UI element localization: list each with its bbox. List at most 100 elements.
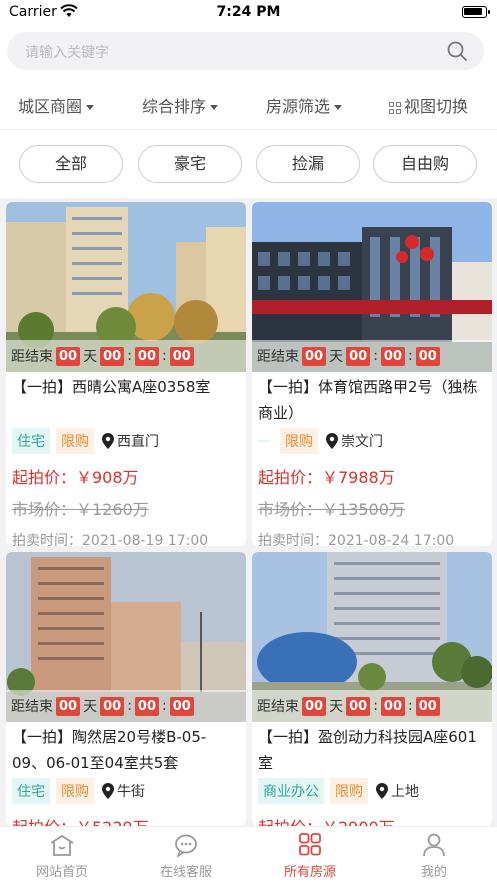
countdown-days: 00 [56, 346, 81, 366]
caret-down-icon [210, 105, 219, 110]
countdown-minutes: 00 [380, 346, 405, 366]
home-icon [50, 834, 74, 856]
countdown-hours: 00 [100, 346, 125, 366]
countdown-colon: : [127, 698, 132, 714]
tab-home[interactable]: 网站首页 [0, 833, 124, 880]
countdown-colon: : [373, 348, 378, 364]
listing-card[interactable]: 距结束 00 天 00: 00: 00 【一拍】西晴公寓A座0358室 住宅 限… [6, 202, 246, 546]
listing-photo: 距结束 00 天 00: 00: 00 [252, 202, 492, 372]
battery-icon [462, 6, 490, 18]
countdown-hours: 00 [346, 346, 371, 366]
search-placeholder: 请输入关键字 [25, 45, 109, 61]
start-price: 起拍价：￥5229万 [12, 814, 240, 826]
countdown-days: 00 [302, 346, 327, 366]
tab-all-listings[interactable]: 所有房源 [248, 833, 372, 880]
listing-title: 【一拍】盈创动力科技园A座601室 [258, 728, 477, 772]
countdown-day-unit: 天 [83, 699, 98, 715]
listing-card[interactable]: 距结束 00 天 00: 00: 00 【一拍】盈创动力科技园A座601室 商业… [252, 552, 492, 826]
listing-location: 牛街 [102, 781, 145, 801]
countdown-label: 距结束 [257, 349, 299, 365]
filter-listing-label: 房源筛选 [266, 97, 331, 116]
countdown-days: 00 [56, 696, 81, 716]
listing-photo: 距结束 00 天 00: 00: 00 [6, 202, 246, 372]
location-label: 上地 [391, 784, 419, 800]
tag-type: 商业办公 [258, 778, 324, 804]
tab-profile[interactable]: 我的 [372, 833, 496, 880]
category-luxury[interactable]: 豪宅 [138, 145, 242, 183]
tag-restricted: 限购 [56, 778, 94, 804]
listing-title: 【一拍】陶然居20号楼B-05-09、06-01至04室共5套 [12, 728, 207, 772]
start-price: 起拍价：￥2900万 [258, 814, 486, 826]
category-bar: 全部 豪宅 捡漏 自由购 [0, 130, 497, 198]
filter-district[interactable]: 城区商圈 [18, 93, 95, 117]
market-price: 市场价：￥13500万 [258, 500, 405, 519]
location-label: 牛街 [117, 784, 145, 800]
listing-tags: 限购 崇文门 [258, 426, 486, 456]
user-icon [423, 833, 445, 857]
category-all[interactable]: 全部 [19, 145, 123, 183]
countdown-colon: : [162, 348, 167, 364]
search-icon[interactable] [446, 40, 468, 62]
search-bar: 请输入关键字 [0, 26, 497, 78]
clock: 7:24 PM [216, 4, 281, 20]
category-bargain[interactable]: 捡漏 [256, 145, 360, 183]
listing-card[interactable]: 距结束 00 天 00: 00: 00 【一拍】陶然居20号楼B-05-09、0… [6, 552, 246, 826]
countdown-colon: : [408, 698, 413, 714]
auction-time: 拍卖时间：2021-08-24 17:00 [258, 533, 455, 546]
tag-type: 住宅 [12, 428, 50, 454]
filter-sort-label: 综合排序 [142, 97, 207, 116]
location-pin-icon [102, 433, 114, 449]
countdown-day-unit: 天 [83, 349, 98, 365]
location-pin-icon [376, 783, 388, 799]
view-toggle[interactable]: 视图切换 [389, 93, 468, 117]
listing-photo: 距结束 00 天 00: 00: 00 [6, 552, 246, 722]
countdown-minutes: 00 [380, 696, 405, 716]
countdown-days: 00 [302, 696, 327, 716]
grid-view-icon [389, 101, 401, 114]
listing-photo: 距结束 00 天 00: 00: 00 [252, 552, 492, 722]
search-input[interactable]: 请输入关键字 [7, 32, 484, 70]
status-bar: Carrier 7:24 PM [0, 0, 497, 26]
countdown-colon: : [408, 348, 413, 364]
start-price: 起拍价：￥7988万 [258, 468, 395, 487]
countdown-seconds: 00 [415, 696, 440, 716]
listing-card[interactable]: 距结束 00 天 00: 00: 00 【一拍】体育馆西路甲2号（独栋商业） 限… [252, 202, 492, 546]
tag-type: 住宅 [12, 778, 50, 804]
chat-icon [175, 834, 197, 857]
listing-title: 【一拍】体育馆西路甲2号（独栋商业） [258, 378, 478, 422]
filter-listing[interactable]: 房源筛选 [266, 93, 343, 117]
listing-location: 崇文门 [326, 431, 383, 451]
tab-support-label: 在线客服 [159, 865, 212, 880]
filter-sort[interactable]: 综合排序 [142, 93, 219, 117]
countdown-colon: : [127, 348, 132, 364]
countdown-label: 距结束 [11, 699, 53, 715]
listing-tags: 商业办公 限购 上地 [258, 776, 486, 806]
tab-support[interactable]: 在线客服 [124, 833, 248, 880]
tag-restricted: 限购 [56, 428, 94, 454]
tag-type [258, 440, 270, 442]
location-label: 西直门 [117, 434, 159, 450]
countdown-minutes: 00 [134, 696, 159, 716]
countdown-hours: 00 [346, 696, 371, 716]
listing-location: 上地 [376, 781, 419, 801]
countdown-minutes: 00 [134, 346, 159, 366]
countdown-timer: 距结束 00 天 00: 00: 00 [252, 690, 492, 722]
countdown-label: 距结束 [257, 699, 299, 715]
caret-down-icon [86, 105, 95, 110]
location-label: 崇文门 [341, 434, 383, 450]
category-free-buy[interactable]: 自由购 [373, 145, 477, 183]
countdown-seconds: 00 [169, 696, 194, 716]
countdown-timer: 距结束 00 天 00: 00: 00 [6, 690, 246, 722]
filter-bar: 城区商圈 综合排序 房源筛选 视图切换 [0, 78, 497, 130]
listing-title: 【一拍】西晴公寓A座0358室 [12, 378, 211, 396]
bottom-tab-bar: 网站首页 在线客服 所有房源 我的 [0, 826, 497, 883]
start-price: 起拍价：￥908万 [12, 468, 139, 487]
location-pin-icon [326, 433, 338, 449]
countdown-day-unit: 天 [329, 349, 344, 365]
tab-profile-label: 我的 [420, 865, 447, 880]
countdown-seconds: 00 [169, 346, 194, 366]
location-pin-icon [102, 783, 114, 799]
countdown-label: 距结束 [11, 349, 53, 365]
countdown-timer: 距结束 00 天 00: 00: 00 [6, 340, 246, 372]
listing-tags: 住宅 限购 西直门 [12, 426, 240, 456]
